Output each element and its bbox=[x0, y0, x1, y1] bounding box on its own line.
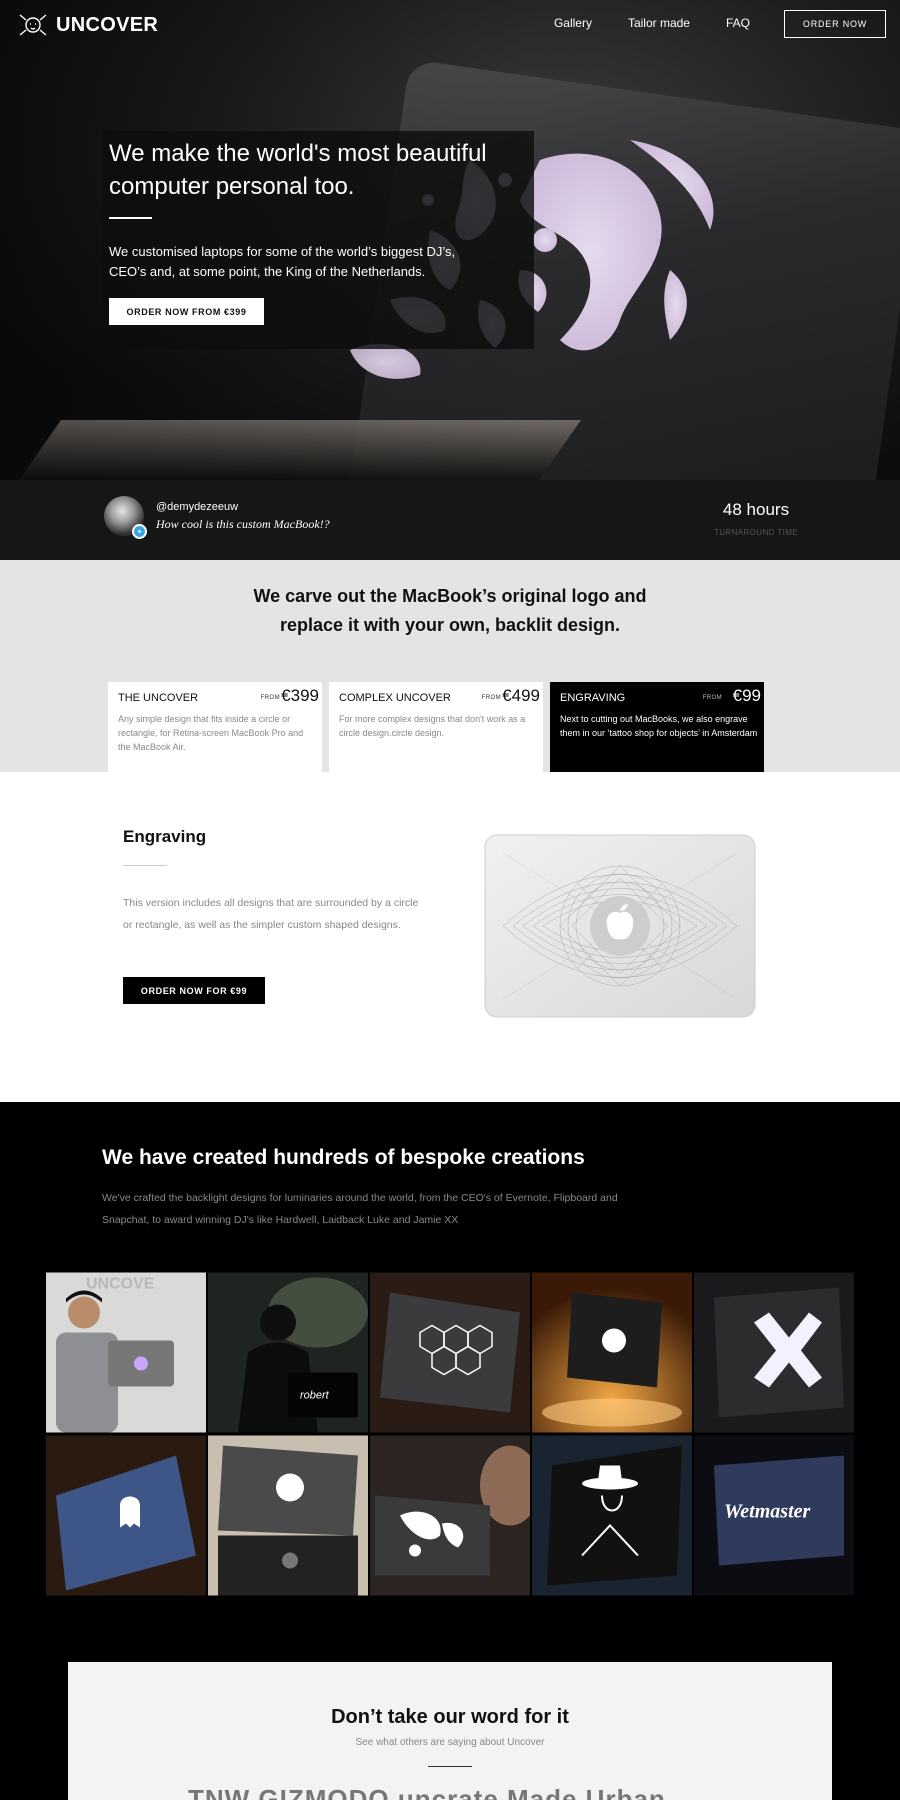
pricing-card-complex-uncover[interactable]: COMPLEX UNCOVER FROM €499 For more compl… bbox=[329, 682, 543, 772]
hero-divider bbox=[109, 217, 152, 219]
gallery-tile-dj-booth[interactable]: robert bbox=[208, 1272, 368, 1433]
reviews-section: Don’t take our word for it See what othe… bbox=[68, 1662, 832, 1800]
hero-order-button[interactable]: ORDER NOW FROM €399 bbox=[109, 298, 264, 325]
gallery-tile-woman-illustration-laptop[interactable] bbox=[370, 1435, 530, 1596]
gallery-description: We've crafted the backlight designs for … bbox=[102, 1192, 618, 1226]
testimonial-quote: How cool is this custom MacBook!? bbox=[156, 517, 330, 531]
card-title: ENGRAVING bbox=[560, 692, 626, 704]
pricing-card-uncover[interactable]: THE UNCOVER FROM €399 Any simple design … bbox=[108, 682, 322, 772]
gallery-tile-evernote-laptop[interactable] bbox=[208, 1435, 368, 1596]
brand-name: UNCOVER bbox=[56, 13, 159, 36]
card-title: THE UNCOVER bbox=[118, 692, 199, 704]
svg-text:robert: robert bbox=[300, 1390, 330, 1402]
card-price: €99 bbox=[732, 686, 761, 705]
card-price: €499 bbox=[502, 686, 540, 705]
gallery-tile-hat-man-laptop[interactable] bbox=[532, 1435, 692, 1596]
nav-faq-link[interactable]: FAQ bbox=[726, 16, 750, 30]
twitter-icon: ✦ bbox=[132, 524, 147, 539]
card-price: €399 bbox=[281, 686, 319, 705]
reviews-subtitle: See what others are saying about Uncover bbox=[355, 1737, 545, 1748]
hero-textbox: We make the world's most beautiful compu… bbox=[102, 131, 534, 349]
nav-tailor-made-link[interactable]: Tailor made bbox=[628, 16, 690, 30]
reviews-title: Don’t take our word for it bbox=[331, 1706, 569, 1728]
pricing-heading-text: We carve out the MacBook’s original logo… bbox=[253, 586, 647, 635]
turnaround-value: 48 hours bbox=[722, 500, 790, 519]
engraving-description: This version includes all designs that a… bbox=[123, 897, 419, 931]
gallery-tile-cross-laptop[interactable] bbox=[694, 1272, 854, 1433]
card-from-label: FROM bbox=[260, 695, 280, 701]
gallery-title: We have created hundreds of bespoke crea… bbox=[102, 1146, 585, 1169]
nav-links: Gallery Tailor made FAQ bbox=[554, 16, 750, 30]
lion-crest-icon bbox=[19, 14, 47, 36]
card-description: Next to cutting out MacBooks, we also en… bbox=[560, 714, 758, 738]
engraving-title: Engraving bbox=[123, 827, 207, 846]
gallery-tile-hexagon-laptop[interactable] bbox=[370, 1272, 530, 1433]
engraved-macbook-image bbox=[484, 834, 756, 1018]
card-description: Any simple design that fits inside a cir… bbox=[118, 714, 304, 752]
testimonial-strip: ✦ @demydezeeuw How cool is this custom M… bbox=[0, 480, 900, 560]
gallery-tile-ghost-laptop[interactable] bbox=[46, 1435, 206, 1596]
card-from-label: FROM bbox=[481, 695, 501, 701]
nav-gallery-link[interactable]: Gallery bbox=[554, 16, 592, 30]
turnaround-label: TURNAROUND TIME bbox=[713, 528, 799, 537]
card-title: COMPLEX UNCOVER bbox=[339, 692, 451, 704]
card-from-label: FROM bbox=[702, 695, 722, 701]
press-logos[interactable]: TNW GIZMODO uncrate Made Urban bbox=[188, 1784, 768, 1800]
gallery-tile-glowing-leaf-laptop[interactable] bbox=[532, 1272, 692, 1433]
gallery-grid: UNCOVE robert Wetmaster bbox=[46, 1272, 854, 1596]
brand-logo[interactable]: UNCOVER bbox=[16, 12, 158, 38]
gallery-tile-person-with-laptop[interactable]: UNCOVE bbox=[46, 1272, 206, 1433]
engraving-order-button[interactable]: ORDER NOW FOR €99 bbox=[123, 977, 265, 1004]
svg-text:Wetmaster: Wetmaster bbox=[724, 1501, 811, 1523]
nav-order-now-button[interactable]: ORDER NOW bbox=[784, 10, 886, 38]
svg-text:UNCOVE: UNCOVE bbox=[86, 1276, 155, 1293]
card-description: For more complex designs that don't work… bbox=[339, 714, 526, 738]
avatar[interactable]: ✦ bbox=[104, 496, 147, 539]
reviews-divider bbox=[428, 1766, 472, 1767]
engraving-section: Engraving This version includes all desi… bbox=[0, 772, 900, 1102]
pricing-section: We carve out the MacBook’s original logo… bbox=[0, 560, 900, 772]
hero-subtitle: We customised laptops for some of the wo… bbox=[109, 244, 456, 279]
hero-title: We make the world's most beautiful compu… bbox=[109, 140, 487, 200]
hero-section: UNCOVER Gallery Tailor made FAQ ORDER NO… bbox=[0, 0, 900, 480]
pricing-card-engraving[interactable]: ENGRAVING FROM €99 Next to cutting out M… bbox=[550, 682, 764, 772]
top-navigation: UNCOVER Gallery Tailor made FAQ ORDER NO… bbox=[0, 0, 900, 48]
engraving-divider bbox=[123, 865, 167, 866]
pricing-heading: We carve out the MacBook’s original logo… bbox=[0, 582, 900, 640]
twitter-handle[interactable]: @demydezeeuw bbox=[156, 501, 238, 513]
gallery-tile-graffiti-laptop[interactable]: Wetmaster bbox=[694, 1435, 854, 1596]
